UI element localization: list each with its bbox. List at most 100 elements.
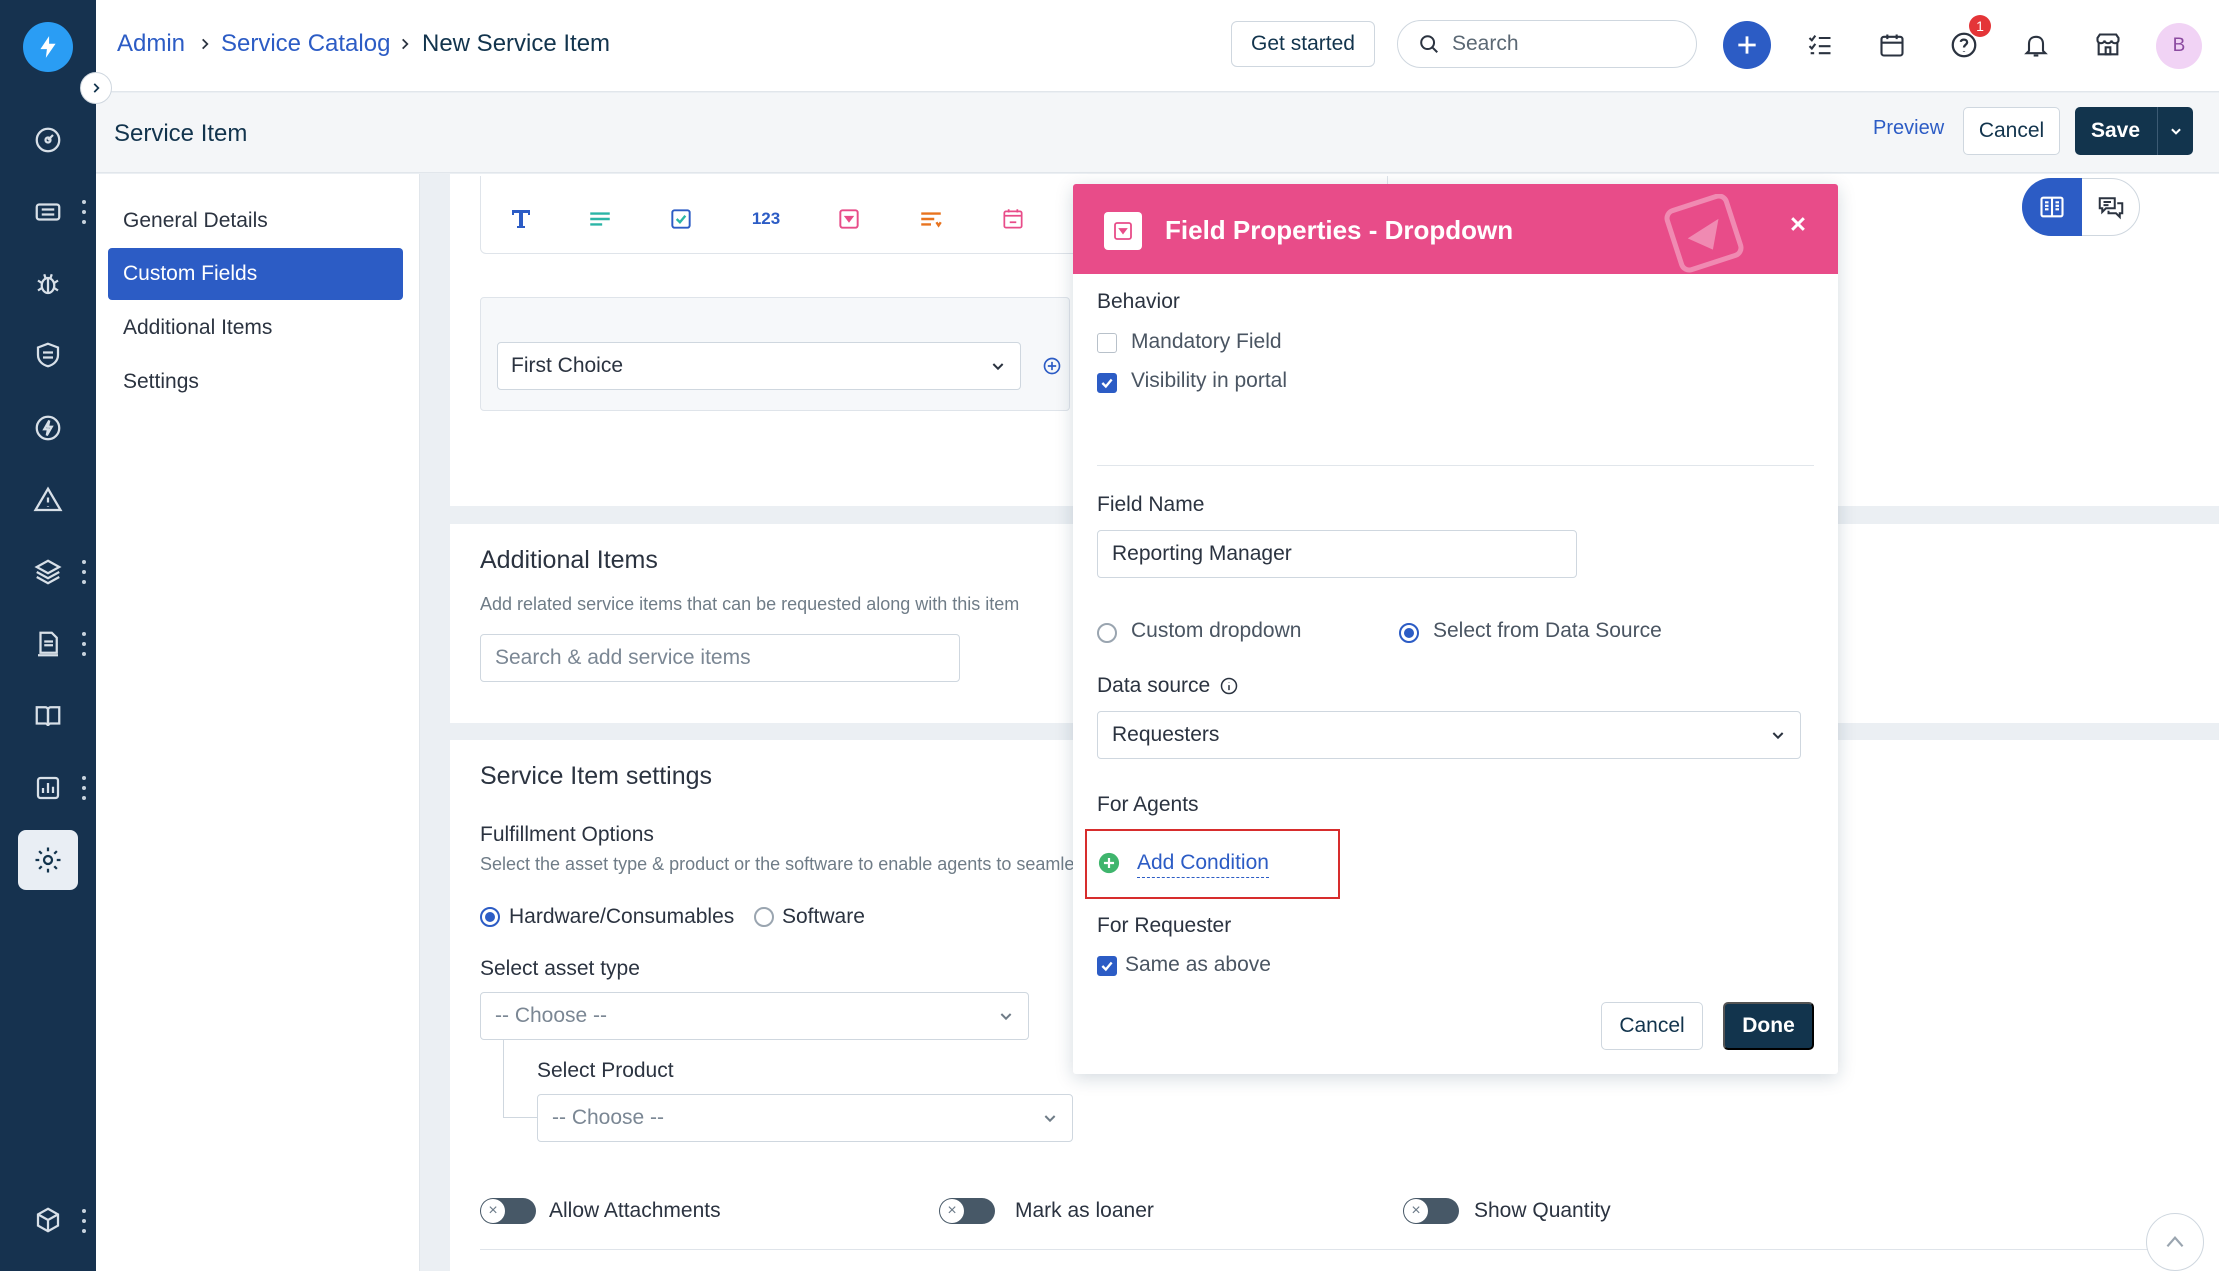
calendar-icon[interactable] — [1872, 25, 1912, 65]
product-value: -- Choose -- — [552, 1106, 665, 1129]
behavior-label: Behavior — [1097, 290, 1180, 313]
alerts-icon[interactable] — [28, 480, 68, 520]
mandatory-field-label: Mandatory Field — [1131, 330, 1282, 353]
paragraph-field-icon[interactable] — [584, 203, 616, 235]
additional-items-title: Additional Items — [480, 546, 658, 574]
same-as-above-checkbox[interactable] — [1097, 956, 1117, 976]
search-add-service-items-input[interactable]: Search & add service items — [480, 634, 960, 682]
select-from-data-source-radio[interactable] — [1399, 623, 1419, 643]
data-source-value: Requesters — [1112, 723, 1220, 746]
software-radio[interactable] — [754, 907, 774, 927]
logo-bolt-icon[interactable] — [23, 22, 73, 72]
reports-icon[interactable] — [28, 768, 68, 808]
rail-more-apps[interactable] — [80, 1209, 88, 1233]
add-condition-plus-circle-icon[interactable] — [1098, 852, 1120, 874]
asset-type-value: -- Choose -- — [495, 1004, 608, 1027]
nav-item-settings[interactable]: Settings — [108, 356, 403, 408]
tickets-icon[interactable] — [28, 192, 68, 232]
nav-item-general-details[interactable]: General Details — [108, 195, 403, 247]
modal-cancel-button[interactable]: Cancel — [1601, 1002, 1703, 1050]
field-name-input[interactable] — [1097, 530, 1577, 578]
custom-dropdown-label: Custom dropdown — [1131, 619, 1302, 642]
dashboard-icon[interactable] — [28, 120, 68, 160]
add-choice-plus-circle-icon[interactable] — [1042, 356, 1062, 376]
number-field-icon[interactable]: 123 — [749, 203, 783, 235]
fulfillment-options-title: Fulfillment Options — [480, 823, 654, 846]
chevron-down-icon — [1770, 727, 1786, 743]
scroll-to-top-chevron-up-icon[interactable] — [2146, 1213, 2204, 1271]
save-dropdown-chevron-down-icon[interactable] — [2157, 107, 2193, 155]
mark-as-loaner-toggle[interactable] — [939, 1198, 995, 1224]
breadcrumb-service-catalog[interactable]: Service Catalog — [221, 30, 390, 58]
notifications-bell-icon[interactable] — [2016, 25, 2056, 65]
preview-link[interactable]: Preview — [1873, 117, 1944, 140]
visibility-in-portal-label: Visibility in portal — [1131, 369, 1288, 392]
data-source-label: Data source — [1097, 674, 1211, 697]
data-source-select[interactable]: Requesters — [1097, 711, 1801, 759]
software-label: Software — [782, 905, 865, 928]
rail-more-contracts[interactable] — [80, 632, 88, 656]
divider — [1097, 465, 1814, 466]
select-product-label: Select Product — [537, 1059, 674, 1082]
solutions-book-icon[interactable] — [28, 696, 68, 736]
select-from-data-source-label: Select from Data Source — [1433, 619, 1662, 642]
allow-attachments-toggle[interactable] — [480, 1198, 536, 1224]
save-button[interactable]: Save — [2075, 107, 2193, 155]
changes-shield-icon[interactable] — [28, 335, 68, 375]
hardware-consumables-radio[interactable] — [480, 907, 500, 927]
problems-bug-icon[interactable] — [28, 263, 68, 303]
checkbox-field-icon[interactable] — [665, 203, 697, 235]
modal-close-icon[interactable] — [1782, 208, 1814, 240]
date-field-icon[interactable] — [997, 203, 1029, 235]
add-condition-link[interactable]: Add Condition — [1137, 851, 1269, 878]
marketplace-store-icon[interactable] — [2088, 25, 2128, 65]
help-notification-badge: 1 — [1969, 15, 1991, 37]
mandatory-field-checkbox[interactable] — [1097, 333, 1117, 353]
user-avatar[interactable]: B — [2156, 23, 2202, 69]
releases-bolt-icon[interactable] — [28, 408, 68, 448]
data-source-info-icon[interactable] — [1219, 676, 1239, 696]
nav-item-custom-fields[interactable]: Custom Fields — [108, 248, 403, 300]
for-requester-label: For Requester — [1097, 914, 1232, 937]
admin-gear-icon[interactable] — [28, 840, 68, 880]
breadcrumb-separator-icon — [398, 36, 412, 52]
nav-item-additional-items[interactable]: Additional Items — [108, 302, 403, 354]
modal-header-decoration-icon — [1655, 194, 1755, 274]
form-view-icon[interactable] — [2022, 178, 2082, 236]
save-button-label: Save — [2091, 119, 2141, 142]
rail-more-assets[interactable] — [80, 560, 88, 584]
number-field-label: 123 — [751, 209, 781, 228]
product-select[interactable]: -- Choose -- — [537, 1094, 1073, 1142]
assets-layers-icon[interactable] — [28, 552, 68, 592]
get-started-button[interactable]: Get started — [1231, 21, 1375, 67]
rail-expand-chevron-icon[interactable] — [80, 72, 112, 104]
chevron-down-icon — [998, 1008, 1014, 1024]
contracts-icon[interactable] — [28, 624, 68, 664]
custom-dropdown-radio[interactable] — [1097, 623, 1117, 643]
preview-dropdown-select[interactable]: First Choice — [497, 342, 1021, 390]
chat-preview-icon[interactable] — [2082, 178, 2140, 236]
additional-items-description: Add related service items that can be re… — [480, 594, 1020, 614]
visibility-in-portal-checkbox[interactable] — [1097, 373, 1117, 393]
global-search-input[interactable]: Search — [1397, 20, 1697, 68]
modal-done-button[interactable]: Done — [1723, 1002, 1814, 1050]
cancel-button[interactable]: Cancel — [1963, 107, 2060, 155]
show-quantity-toggle[interactable] — [1403, 1198, 1459, 1224]
breadcrumb-admin[interactable]: Admin — [117, 30, 185, 58]
search-placeholder: Search — [1452, 32, 1519, 55]
breadcrumb-separator-icon — [198, 36, 212, 52]
dependent-field-icon[interactable] — [915, 203, 947, 235]
dropdown-field-icon[interactable] — [833, 203, 865, 235]
allow-attachments-label: Allow Attachments — [549, 1199, 721, 1222]
search-icon — [1418, 33, 1440, 55]
add-new-plus-icon[interactable] — [1723, 21, 1771, 69]
todo-checklist-icon[interactable] — [1800, 25, 1840, 65]
hardware-consumables-label: Hardware/Consumables — [509, 905, 735, 928]
text-field-icon[interactable] — [505, 203, 537, 235]
asset-type-select[interactable]: -- Choose -- — [480, 992, 1029, 1040]
page-title: Service Item — [114, 120, 248, 147]
rail-more-tickets[interactable] — [80, 200, 88, 224]
rail-more-reports[interactable] — [80, 776, 88, 800]
apps-cube-icon[interactable] — [28, 1200, 68, 1240]
show-quantity-label: Show Quantity — [1474, 1199, 1611, 1222]
